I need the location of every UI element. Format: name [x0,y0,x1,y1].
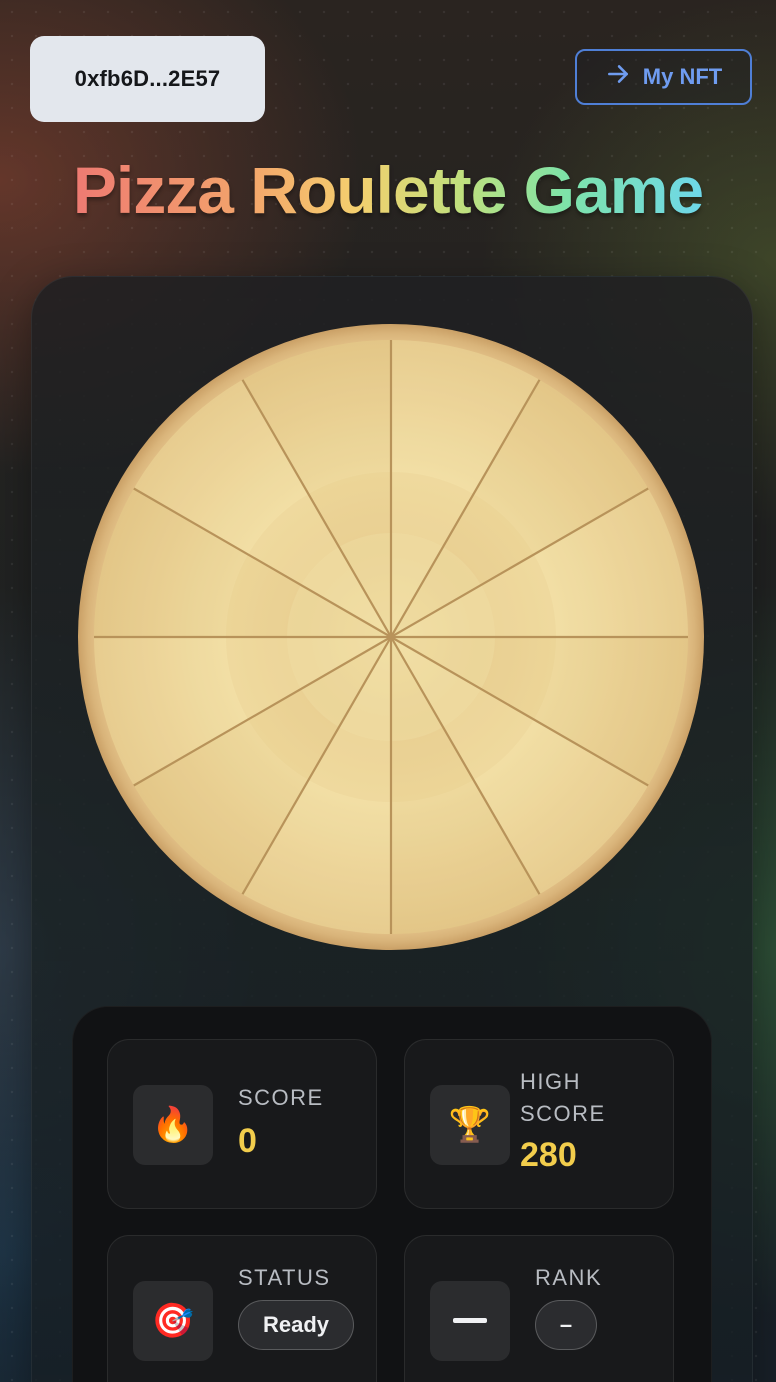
pizza-wheel[interactable] [76,322,706,952]
high-score-label-line1: HIGH [520,1069,581,1094]
trophy-icon: 🏆 [430,1085,510,1165]
high-score-label-line2: SCORE [520,1101,606,1126]
high-score-value: 280 [520,1136,577,1174]
score-card: 🔥 SCORE 0 [107,1039,377,1209]
rank-card: RANK – [404,1235,674,1382]
rank-badge: – [535,1300,597,1350]
target-icon: 🎯 [133,1281,213,1361]
fire-icon: 🔥 [133,1085,213,1165]
high-score-card: 🏆 HIGH SCORE 280 [404,1039,674,1209]
my-nft-label: My NFT [642,64,723,89]
wallet-address-text: 0xfb6D...2E57 [74,66,221,91]
score-value: 0 [238,1122,257,1160]
stats-panel: 🔥 SCORE 0 🏆 HIGH SCORE 280 🎯 STATUS Read… [72,1006,712,1382]
wallet-address-button[interactable]: 0xfb6D...2E57 [30,36,265,122]
status-value: Ready [262,1312,330,1337]
rank-value: – [559,1312,573,1337]
page-title: Pizza Roulette Game [72,153,704,227]
rank-label: RANK [535,1265,603,1290]
my-nft-button[interactable]: My NFT [575,49,752,105]
status-card: 🎯 STATUS Ready [107,1235,377,1382]
score-label: SCORE [238,1085,324,1110]
status-badge: Ready [238,1300,354,1350]
status-label: STATUS [238,1265,331,1290]
arrow-right-icon [605,61,631,93]
dash-icon [430,1281,510,1361]
